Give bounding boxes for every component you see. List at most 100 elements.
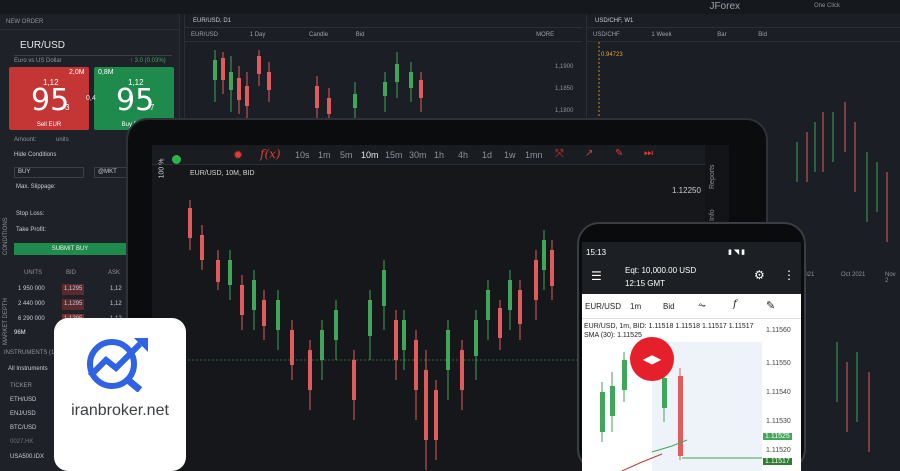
chart-style-select[interactable]: Candle (309, 32, 328, 38)
reports-tab[interactable]: Reports (709, 164, 716, 189)
drawing-tools-icon[interactable]: ↗ (585, 148, 593, 159)
submit-buy-button[interactable]: SUBMIT BUY (14, 243, 126, 255)
ticker-header: TICKER (10, 383, 33, 389)
md-header-units: UNITS (24, 270, 42, 276)
ticker-item[interactable]: 0027.HK (10, 439, 33, 445)
phone-side-tab[interactable]: Bid (663, 302, 675, 311)
market-depth-label: MARKET DEPTH (3, 298, 9, 345)
chart-period-select[interactable]: 1 Day (250, 32, 266, 38)
ticker-item[interactable]: ETH/USD (10, 397, 36, 403)
chart-toolbar: EUR/USD 1 Day Candle Bid MORE (185, 28, 582, 42)
chart2-style-select[interactable]: Bar (717, 32, 726, 38)
logo-text: iranbroker.net (71, 402, 169, 419)
chart-side-select[interactable]: Bid (356, 32, 365, 38)
hide-conditions-toggle[interactable]: Hide Conditions (14, 152, 56, 158)
timeframe-4h[interactable]: 4h (458, 150, 468, 160)
chart-more-button[interactable]: MORE (536, 32, 554, 38)
buy-qty: 0,8M (98, 69, 114, 76)
timeframe-5m[interactable]: 5m (340, 150, 353, 160)
chart-tab-eurusd[interactable]: EUR/USD, D1 (185, 14, 582, 28)
more-vertical-icon[interactable]: ⋮ (783, 268, 795, 282)
chart-eurusd-candles (213, 50, 423, 122)
phone-equity: Eqt: 10,000.00 USD (625, 266, 697, 275)
market-depth-row: 2 440 000 1,1295 1,12 (14, 299, 126, 310)
chart-tab-usdchf[interactable]: USD/CHF, W1 (587, 14, 900, 28)
phone-pair-tab[interactable]: EUR/USD (585, 302, 621, 311)
sell-pip: 3 (65, 103, 70, 112)
phone-sma-line: SMA (30): 1.11525 (584, 332, 642, 339)
amount-row: Amount: units (14, 137, 69, 143)
pencil-icon[interactable]: ✎ (615, 148, 623, 159)
timeframe-10m[interactable]: 10m (361, 150, 379, 160)
chart2-date-label: Oct 2021 (841, 272, 866, 278)
timeframe-1h[interactable]: 1h (434, 150, 444, 160)
timeframe-15m[interactable]: 15m (385, 150, 403, 160)
info-tab[interactable]: Info (709, 209, 716, 221)
chart2-date-label: Nov 2 (885, 272, 896, 284)
md-units: 2 440 000 (18, 301, 45, 307)
md-units: 1 950 000 (18, 286, 45, 292)
skip-forward-icon[interactable]: ⏭ (644, 148, 653, 159)
instrument-description: Euro vs US Dollar (14, 58, 62, 64)
conditions-label: CONDITIONS (3, 217, 9, 255)
market-depth-total: 96M (14, 330, 26, 336)
instruments-title: INSTRUMENTS (1 (4, 350, 55, 356)
chart2-period-select[interactable]: 1 Week (651, 32, 671, 38)
order-type-select[interactable]: @MKT (94, 167, 128, 178)
phone-ohlc-line: EUR/USD, 1m, BID: 1.11518 1.11518 1.1151… (584, 323, 754, 330)
phone-status-icons: ▮ ◥ ▮ (728, 249, 745, 256)
chart1-price-label: 1,1850 (555, 86, 574, 92)
buy-pip: 7 (150, 103, 155, 112)
phone-chart-info: EUR/USD, 1m, BID: 1.11518 1.11518 1.1151… (584, 322, 754, 340)
timeframe-1m[interactable]: 1m (318, 150, 331, 160)
sell-qty: 2,0M (69, 69, 85, 76)
chart2-pair-select[interactable]: USD/CHF (593, 32, 620, 38)
phone-chart-type-icon[interactable]: ⏦ (698, 300, 706, 311)
phone-price-label: 1.11520 (766, 447, 791, 454)
phone-gmt-time: 12:15 GMT (625, 279, 666, 288)
settings-gear-icon[interactable]: ✹ (233, 148, 243, 162)
side-select[interactable]: BUY (14, 167, 84, 178)
all-instruments-select[interactable]: All Instruments (8, 366, 48, 372)
instrument-select[interactable]: EUR/USD (14, 40, 172, 56)
order-panel-title: NEW ORDER (0, 14, 179, 30)
md-ask: 1,12 (110, 286, 122, 292)
menu-icon[interactable]: ☰ (591, 269, 602, 283)
max-slippage-checkbox[interactable]: Max. Slippage: (16, 184, 56, 190)
md-units: 6 290 000 (18, 316, 45, 322)
phone-period-tab[interactable]: 1m (630, 302, 641, 311)
ticker-item[interactable]: USA500.IDX (10, 454, 44, 460)
phone-settings-icon[interactable]: ⚙ (754, 268, 765, 282)
chart1-price-label: 1,1800 (555, 108, 574, 114)
phone-indicator-fx-icon[interactable]: f (733, 299, 737, 310)
buy-price: 95 (116, 83, 155, 118)
md-header-bid: BID (66, 270, 77, 276)
timeframe-1mn[interactable]: 1mn (525, 150, 543, 160)
sell-price: 95 (31, 83, 70, 118)
take-profit-checkbox[interactable]: Take Profit: (16, 227, 46, 233)
fullscreen-icon[interactable]: ⤧ (555, 148, 564, 161)
one-click-toggle[interactable]: One Click (814, 3, 840, 9)
phone-price-label: 1.11550 (766, 360, 791, 367)
chart-pair-select[interactable]: EUR/USD (191, 32, 218, 38)
timeframe-30m[interactable]: 30m (409, 150, 427, 160)
ticker-item[interactable]: ENJ/USD (10, 411, 36, 417)
timeframe-1d[interactable]: 1d (482, 150, 492, 160)
scroll-arrows-icon[interactable]: ◀▶ (630, 337, 674, 381)
chart-pane-eurusd: EUR/USD, D1 EUR/USD 1 Day Candle Bid MOR… (184, 14, 582, 124)
sell-button[interactable]: 2,0M 1,12 95 3 Sell EUR (9, 67, 89, 130)
phone-price-label: 1.11560 (766, 327, 791, 334)
stop-loss-checkbox[interactable]: Stop Loss: (16, 211, 44, 217)
chart2-side-select[interactable]: Bid (758, 32, 767, 38)
ticker-item[interactable]: BTC/USD (10, 425, 36, 431)
md-ask: 1,12 (110, 301, 122, 307)
md-bid: 1,1295 (62, 299, 85, 310)
phone-pencil-icon[interactable]: ✎ (766, 299, 775, 312)
timeframe-10s[interactable]: 10s (295, 150, 310, 160)
md-header-ask: ASK (108, 270, 121, 276)
phone-sma-tag: 1.11525 (763, 433, 792, 440)
indicator-fx-icon[interactable]: f(x) (260, 147, 281, 161)
chart1-price-label: 1,1900 (555, 64, 574, 70)
battery-indicator: 100 % (158, 158, 166, 179)
timeframe-1w[interactable]: 1w (504, 150, 516, 160)
